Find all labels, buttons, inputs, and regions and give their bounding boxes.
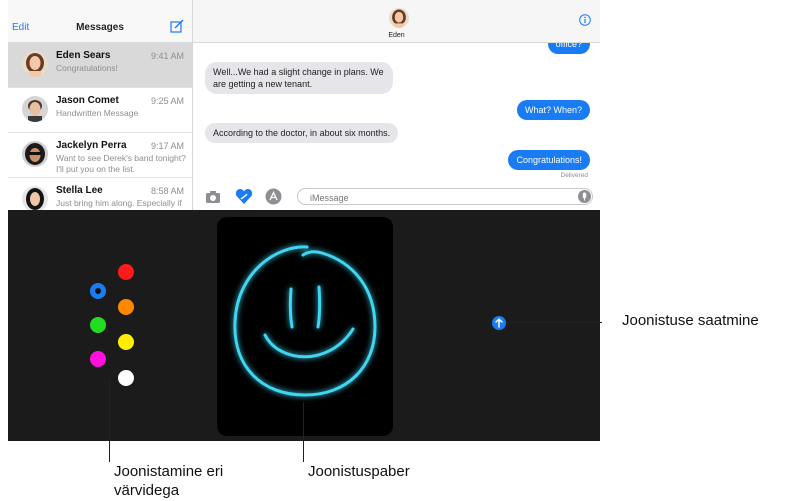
arrow-up-icon (495, 317, 503, 328)
compose-icon[interactable] (170, 19, 184, 33)
smiley-drawing (233, 245, 377, 397)
conversation-eden-sears[interactable]: Eden Sears 9:41 AM Congratulations! (8, 43, 192, 88)
sidebar-title: Messages (76, 22, 124, 33)
contact-avatar[interactable] (389, 8, 409, 28)
conversation-time: 9:41 AM (150, 51, 184, 61)
conversation-view: office? Eden Well...We had a slight chan… (193, 0, 600, 210)
conversation-preview: Just bring him along. Especially if he's… (56, 198, 182, 210)
color-blue-selected[interactable] (90, 283, 106, 299)
message-bubble-incoming: Well...We had a slight change in plans. … (205, 62, 393, 94)
conversation-preview: Want to see Derek's band tonight? I'll p… (56, 153, 186, 174)
conversation-name: Eden Sears (56, 50, 111, 61)
conversation-preview: Congratulations! (56, 63, 118, 73)
color-magenta[interactable] (90, 351, 106, 367)
conversation-preview: Handwritten Message (56, 108, 139, 118)
message-input[interactable] (297, 188, 593, 205)
color-green[interactable] (90, 317, 106, 333)
conversation-time: 9:25 AM (150, 96, 184, 106)
conversation-jackelyn-perra[interactable]: Jackelyn Perra 9:17 AM Want to see Derek… (8, 133, 192, 178)
contact-name: Eden (388, 32, 405, 39)
avatar (22, 141, 48, 167)
color-yellow[interactable] (118, 334, 134, 350)
camera-icon[interactable] (205, 190, 221, 204)
conversation-name: Jason Comet (56, 95, 119, 106)
message-bubble-incoming: According to the doctor, in about six mo… (205, 123, 399, 143)
avatar (22, 186, 48, 210)
conversation-name: Jackelyn Perra (56, 140, 127, 151)
message-bubble-outgoing: Congratulations! (508, 150, 590, 170)
delivered-status: Delivered (560, 172, 588, 179)
conversation-time: 8:58 AM (150, 186, 184, 196)
callout-line-canvas (303, 402, 304, 462)
send-drawing-button[interactable] (492, 316, 506, 330)
message-bubble-outgoing: What? When? (516, 100, 590, 120)
callout-line-colors (109, 380, 110, 462)
color-orange[interactable] (118, 299, 134, 315)
conversation-stella-lee[interactable]: Stella Lee 8:58 AM Just bring him along.… (8, 178, 192, 210)
app-store-icon[interactable] (265, 188, 282, 205)
digital-touch-heart-icon[interactable] (235, 188, 253, 205)
conversation-jason-comet[interactable]: Jason Comet 9:25 AM Handwritten Message (8, 88, 192, 133)
callout-send-label: Joonistuse saatmine (622, 312, 759, 329)
color-red[interactable] (118, 264, 134, 280)
conversation-time: 9:17 AM (150, 141, 184, 151)
message-input-bar (193, 184, 600, 210)
callout-canvas-label: Joonistuspaber (308, 463, 410, 480)
drawing-panel (8, 210, 600, 441)
avatar (22, 96, 48, 122)
sidebar-header: Edit Messages (8, 0, 192, 43)
info-icon[interactable] (579, 14, 591, 26)
ipad-screen: Edit Messages Eden Sears 9:41 AM Congrat… (8, 0, 600, 441)
conversation-sidebar: Edit Messages Eden Sears 9:41 AM Congrat… (8, 0, 193, 210)
chat-header: Eden (193, 0, 600, 43)
drawing-canvas[interactable] (217, 217, 393, 436)
avatar (22, 51, 48, 77)
color-white[interactable] (118, 370, 134, 386)
callout-line-send (506, 322, 602, 323)
conversation-name: Stella Lee (56, 185, 103, 196)
callout-colors-label: Joonistamine eri värvidega (114, 463, 224, 499)
microphone-icon[interactable] (578, 190, 591, 203)
